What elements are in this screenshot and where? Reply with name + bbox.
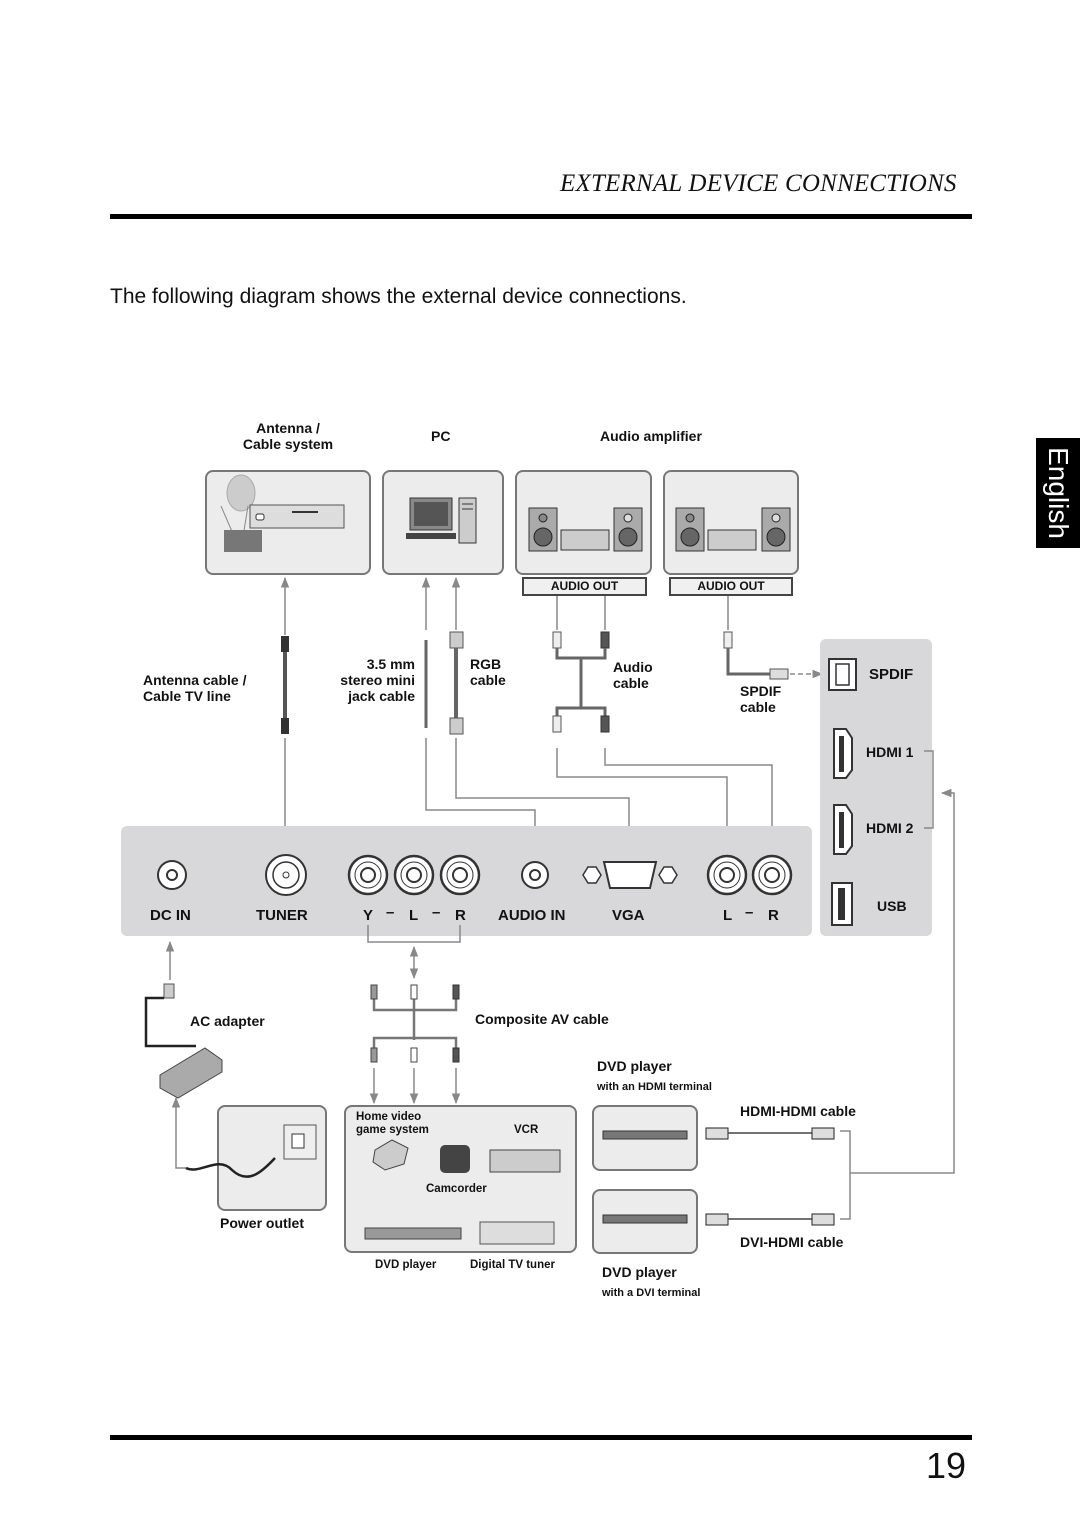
power-outlet-label: Power outlet [220, 1215, 305, 1231]
port-label-usb: USB [877, 898, 907, 914]
hdmi2-port [833, 804, 853, 855]
pc-device-box [382, 470, 504, 575]
port-label-tuner: TUNER [256, 907, 308, 924]
hdmi-hdmi-cable [705, 1127, 835, 1140]
y-port [347, 854, 389, 896]
antenna-device-box [205, 470, 371, 575]
game-system-label: Home video game system [356, 1111, 429, 1136]
l-port [393, 854, 435, 896]
dvd-hdmi-box [592, 1105, 698, 1171]
connection-diagram [121, 470, 955, 1254]
port-label-vga: VGA [612, 907, 645, 924]
spdif-cable [723, 631, 824, 680]
port-sep-3: – [745, 904, 754, 921]
port-label-audio-l: L [723, 907, 733, 924]
dvd-hdmi-subtitle: with an HDMI terminal [597, 1081, 712, 1093]
dvi-hdmi-cable-label: DVI-HDMI cable [740, 1234, 844, 1250]
audio-l-port [706, 854, 748, 896]
digital-tv-tuner-label: Digital TV tuner [470, 1259, 555, 1271]
footer-rule [110, 1435, 972, 1440]
composite-av-cable [370, 984, 460, 1063]
vcr-label: VCR [514, 1124, 539, 1136]
audio-cable [552, 631, 610, 733]
port-label-audio-in: AUDIO IN [498, 907, 566, 924]
audio-out-label-1: AUDIO OUT [522, 577, 647, 596]
antenna-cable-label: Antenna cable / Cable TV line [143, 672, 247, 704]
port-label-spdif: SPDIF [869, 666, 914, 683]
port-sep-2: – [432, 904, 441, 921]
dvd-dvi-subtitle: with a DVI terminal [602, 1287, 701, 1299]
port-label-audio-r: R [768, 907, 779, 924]
dvi-hdmi-cable [705, 1213, 835, 1226]
r-port [439, 854, 481, 896]
dc-in-port [157, 860, 187, 890]
audio-out-label-2: AUDIO OUT [669, 577, 793, 596]
dvd-hdmi-title: DVD player [597, 1058, 672, 1074]
dvd-dvi-box [592, 1189, 698, 1254]
ac-adapter [144, 983, 223, 1099]
port-label-r: R [455, 907, 466, 924]
top-connector-lines [280, 576, 729, 635]
audio-in-port [521, 861, 549, 889]
antenna-cable [281, 636, 289, 734]
hdmi1-port [833, 728, 853, 779]
tuner-port [265, 854, 307, 896]
port-label-y: Y [363, 907, 374, 924]
audio-amplifier-box-2 [663, 470, 799, 575]
audio-amplifier-label: Audio amplifier [600, 428, 702, 444]
dvd-dvi-title: DVD player [602, 1264, 677, 1280]
port-sep-1: – [386, 904, 395, 921]
mini-jack-cable-label: 3.5 mm stereo mini jack cable [340, 656, 415, 704]
power-outlet-box [185, 1105, 327, 1211]
hdmi-hdmi-cable-label: HDMI-HDMI cable [740, 1103, 856, 1119]
audio-r-port [751, 854, 793, 896]
camcorder-label: Camcorder [426, 1183, 487, 1195]
spdif-cable-label: SPDIF cable [740, 683, 782, 715]
composite-arrows [369, 1068, 461, 1105]
ac-adapter-label: AC adapter [190, 1013, 265, 1029]
page-number: 19 [925, 1445, 966, 1486]
port-label-hdmi2: HDMI 2 [866, 820, 914, 836]
dvd-player-label: DVD player [375, 1259, 437, 1271]
port-label-dc-in: DC IN [150, 907, 191, 924]
antenna-label: Antenna / Cable system [242, 420, 334, 452]
spdif-port [828, 658, 857, 691]
port-label-hdmi1: HDMI 1 [866, 744, 914, 760]
audio-cable-label: Audio cable [613, 659, 653, 691]
pc-label: PC [431, 428, 451, 444]
audio-amplifier-box-1 [515, 470, 652, 575]
rgb-cable [449, 631, 464, 735]
usb-port [831, 882, 853, 926]
port-label-l: L [409, 907, 419, 924]
composite-cable-label: Composite AV cable [475, 1011, 609, 1027]
rgb-cable-label: RGB cable [470, 656, 506, 688]
